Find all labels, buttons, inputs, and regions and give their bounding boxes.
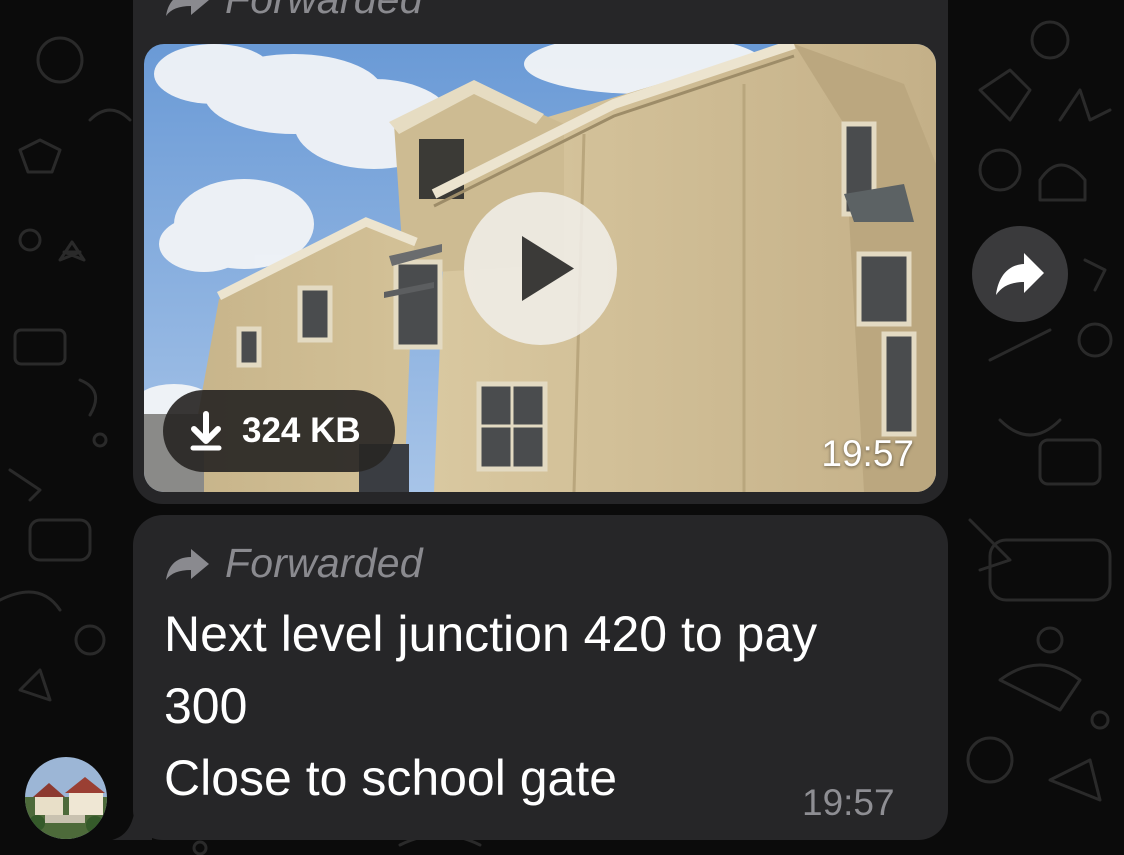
message-line: 300: [164, 678, 248, 734]
avatar[interactable]: [25, 757, 107, 839]
message-timestamp: 19:57: [802, 782, 895, 823]
forwarded-label: Forwarded: [225, 0, 423, 23]
avatar-image: [25, 757, 107, 839]
video-timestamp: 19:57: [821, 433, 914, 474]
forward-arrow-icon: [166, 0, 209, 16]
forwarded-label: Forwarded: [225, 540, 423, 586]
play-icon: [522, 236, 574, 301]
bubble-tail: [112, 800, 152, 840]
download-size: 324 KB: [242, 411, 361, 450]
forwarded-header: Forwarded: [165, 540, 423, 587]
message-line: Next level junction 420 to pay: [164, 606, 818, 662]
share-arrow-icon: [996, 253, 1044, 295]
play-button[interactable]: [464, 192, 617, 345]
download-button[interactable]: 324 KB: [163, 390, 395, 472]
forward-arrow-icon: [166, 548, 209, 580]
download-arrow-icon: [190, 411, 222, 451]
share-button[interactable]: [972, 226, 1068, 322]
forwarded-header: Forwarded: [165, 0, 423, 23]
